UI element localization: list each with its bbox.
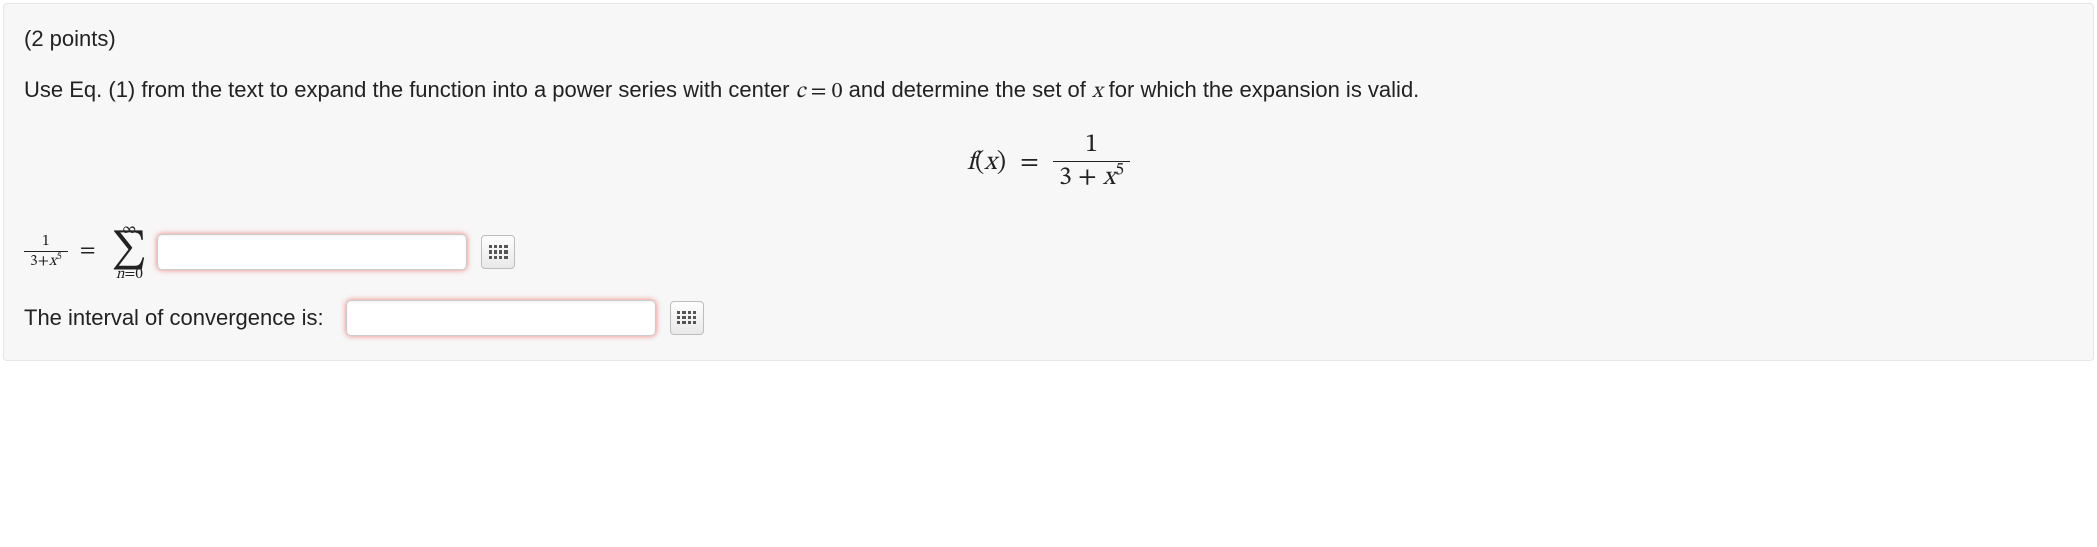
function-definition-equation: f(x) = 1 3 + x5 bbox=[24, 131, 2073, 194]
keypad-button-interval[interactable] bbox=[670, 301, 704, 335]
interval-label: The interval of convergence is: bbox=[24, 301, 324, 334]
prompt-segment-3: for which the expansion is valid. bbox=[1103, 77, 1420, 102]
series-term-input[interactable] bbox=[157, 234, 467, 270]
lhs-frac-den: 3+x5 bbox=[24, 252, 68, 271]
equation-rhs-fraction: 1 3 + x5 bbox=[1053, 131, 1130, 194]
keypad-icon bbox=[677, 311, 696, 325]
prompt-variable-x: x bbox=[1092, 81, 1103, 103]
interval-answer-row: The interval of convergence is: bbox=[24, 300, 2073, 336]
prompt-segment-2: and determine the set of bbox=[843, 77, 1093, 102]
lhs-frac-num: 1 bbox=[24, 233, 68, 252]
points-label: (2 points) bbox=[24, 22, 2073, 55]
prompt-segment-1: Use Eq. (1) from the text to expand the … bbox=[24, 77, 796, 102]
problem-container: (2 points) Use Eq. (1) from the text to … bbox=[3, 3, 2094, 361]
summation-symbol: ∞ ∑ n=0 bbox=[112, 222, 148, 281]
fraction-denominator: 3 + x5 bbox=[1053, 162, 1130, 195]
lhs-fraction: 1 3+x5 bbox=[24, 233, 68, 271]
problem-prompt: Use Eq. (1) from the text to expand the … bbox=[24, 73, 2073, 109]
sigma-icon: ∑ bbox=[112, 234, 148, 268]
prompt-center-equation: c = 0 bbox=[796, 81, 843, 103]
interval-input[interactable] bbox=[346, 300, 656, 336]
equation-lhs: f(x) bbox=[967, 150, 1006, 176]
keypad-button-series[interactable] bbox=[481, 235, 515, 269]
series-answer-row: 1 3+x5 = ∞ ∑ n=0 bbox=[24, 222, 2073, 281]
fraction-numerator: 1 bbox=[1053, 131, 1130, 162]
equals-sign: = bbox=[76, 235, 100, 268]
series-lhs-expression: 1 3+x5 = ∞ ∑ n=0 bbox=[24, 222, 151, 281]
keypad-icon bbox=[489, 245, 508, 259]
sum-lower-limit: n=0 bbox=[116, 267, 143, 282]
